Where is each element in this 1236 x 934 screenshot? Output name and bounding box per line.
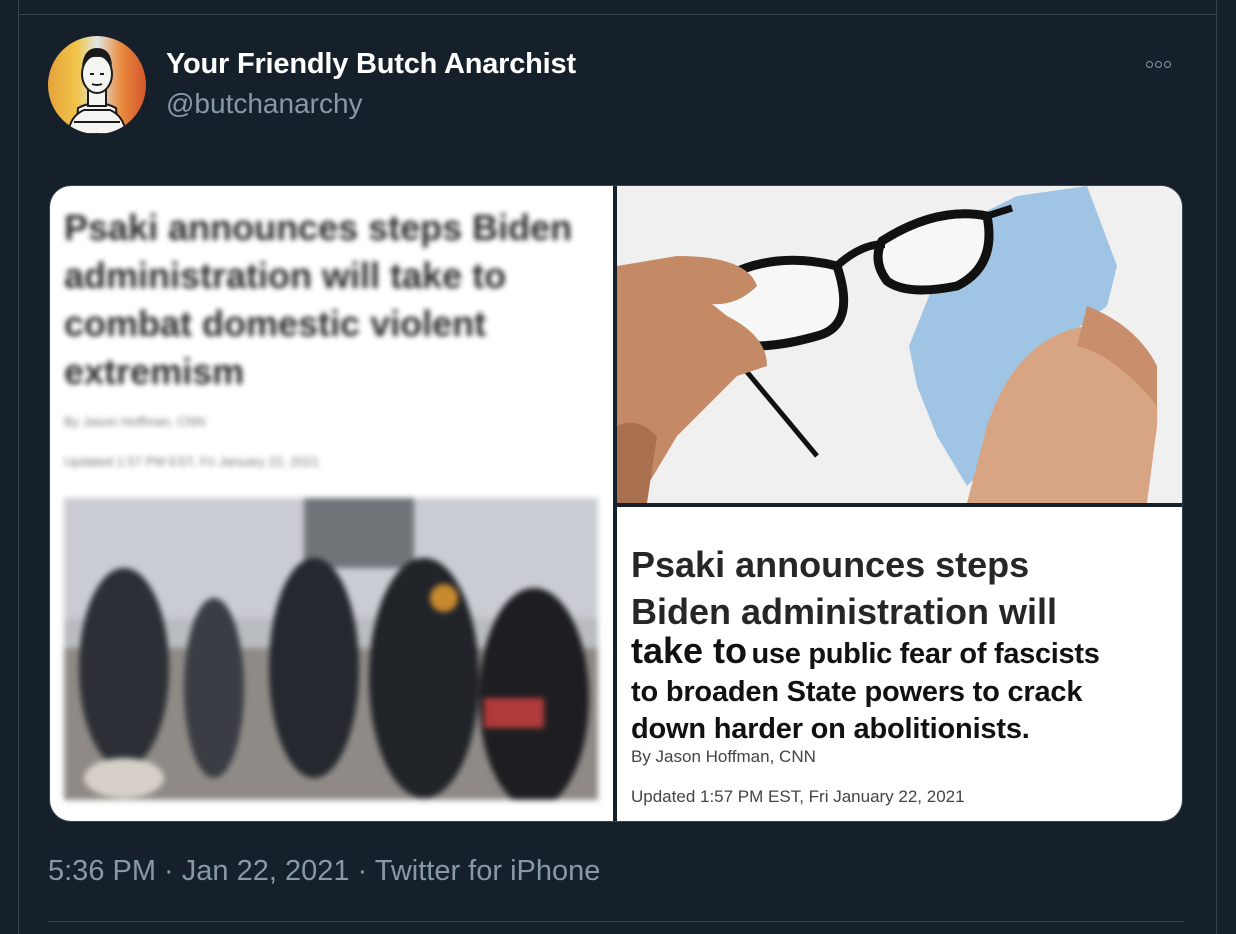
more-dot [1146,61,1153,69]
blurred-updated: Updated 1:57 PM EST, Fri January 22, 202… [64,454,320,469]
more-dot [1164,61,1171,69]
media-divider-horizontal [617,503,1182,507]
byline: By Jason Hoffman, CNN [631,747,816,766]
avatar[interactable] [48,36,146,134]
headline-edit-line-2: to broaden State powers to crack [631,676,1083,708]
tweet-timestamp-source[interactable]: 5:36 PM · Jan 22, 2021 · Twitter for iPh… [48,855,600,888]
media-image-edited-headline[interactable]: Psaki announces steps Biden administrati… [617,507,1182,821]
more-options-icon[interactable] [1146,56,1186,74]
bottom-divider [48,921,1184,922]
more-dot [1155,61,1162,69]
timeline-left-border [0,0,19,934]
media-image-left[interactable]: Psaki announces steps Biden administrati… [50,186,613,821]
avatar-illustration [66,48,128,134]
top-divider [18,14,1216,15]
glasses-cleaning-photo [617,186,1182,503]
updated-timestamp: Updated 1:57 PM EST, Fri January 22, 202… [631,787,965,806]
headline-original-part: Psaki announces steps Biden administrati… [631,541,1171,635]
headline-take-to: take to [631,630,748,671]
blurred-byline: By Jason Hoffman, CNN [64,414,206,429]
headline-line-1: Psaki announces steps [631,544,1030,585]
display-name[interactable]: Your Friendly Butch Anarchist [166,48,576,81]
blurred-headline: Psaki announces steps Biden administrati… [64,207,573,392]
headline-edit-line-1: use public fear of fascists [751,638,1100,670]
headline-edit-line-3: down harder on abolitionists. [631,713,1030,745]
tweet-media-grid[interactable]: Psaki announces steps Biden administrati… [49,185,1183,822]
blurred-riot-photo [64,498,598,800]
headline-line-2: Biden administration will [631,591,1058,632]
media-image-glasses[interactable] [617,186,1182,503]
timeline-right-border [1216,0,1236,934]
user-handle[interactable]: @butchanarchy [166,88,363,120]
